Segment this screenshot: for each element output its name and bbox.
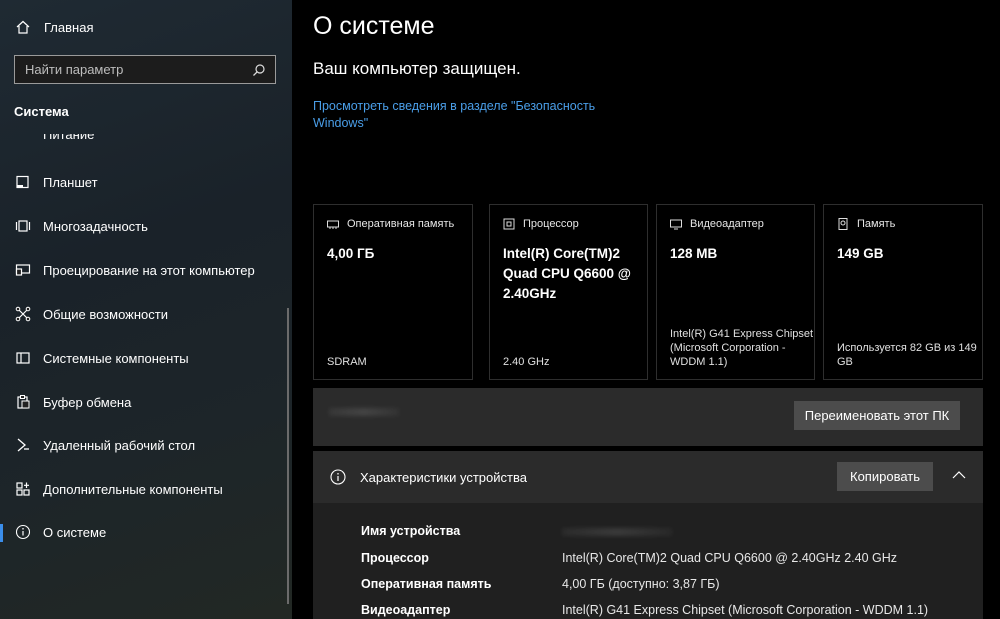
card-foot: 2.40 GHz [503,356,550,368]
card-foot: Используется 82 GB из 149 GB [837,342,977,368]
sidebar-item-tablet[interactable]: Планшет [0,162,292,202]
spec-row: Процессор Intel(R) Core(TM)2 Quad CPU Q6… [361,551,971,571]
sidebar-item-power-clipped[interactable]: Питание [43,134,94,144]
sidebar-item-label: Удаленный рабочий стол [43,437,196,453]
processor-icon [503,218,515,230]
shared-experiences-icon [14,305,32,323]
processor-card: Процессор Intel(R) Core(TM)2 Quad CPU Q6… [489,204,648,380]
section-title: Система [14,104,69,119]
clipboard-icon [14,393,32,411]
sidebar-item-projecting[interactable]: Проецирование на этот компьютер [0,250,292,290]
home-label: Главная [44,19,94,35]
optional-features-icon [14,480,32,498]
card-value: 128 MB [670,246,718,261]
sidebar-item-about[interactable]: О системе [0,512,292,552]
sidebar-item-system-components[interactable]: Системные компоненты [0,338,292,378]
sidebar-item-label: Буфер обмена [43,394,132,410]
card-value: Intel(R) Core(TM)2 Quad CPU Q6600 @ 2.40… [503,246,631,301]
memory-icon [327,218,339,230]
sidebar: Главная Найти параметр Система Питание П… [0,0,292,619]
card-label: Оперативная память [347,218,455,230]
system-components-icon [14,349,32,367]
sidebar-item-label: О системе [43,524,107,540]
sidebar-item-label: Дополнительные компоненты [43,481,223,497]
device-specs-header[interactable]: Характеристики устройства Копировать [313,451,983,503]
sidebar-item-label: Системные компоненты [43,350,189,366]
protection-status: Ваш компьютер защищен. [313,59,521,78]
card-foot: Intel(R) G41 Express Chipset (Microsoft … [670,328,814,368]
security-link[interactable]: Просмотреть сведения в разделе "Безопасн… [313,98,613,132]
card-label: Процессор [523,218,579,230]
spec-key: Процессор [361,551,429,565]
search-placeholder: Найти параметр [25,62,124,77]
search-input[interactable]: Найти параметр [14,55,276,84]
home-icon [14,18,32,36]
blurred-device-name-value [562,528,672,536]
sidebar-item-optional-features[interactable]: Дополнительные компоненты [0,469,292,509]
card-value: 4,00 ГБ [327,246,375,261]
sidebar-item-label: Проецирование на этот компьютер [43,262,255,278]
display-adapter-card: Видеоадаптер 128 MB Intel(R) G41 Express… [656,204,815,380]
search-icon[interactable] [251,62,267,78]
storage-icon [837,218,849,230]
sidebar-item-shared-experiences[interactable]: Общие возможности [0,294,292,334]
ram-card: Оперативная память 4,00 ГБ SDRAM [313,204,473,380]
storage-card: Память 149 GB Используется 82 GB из 149 … [823,204,983,380]
sidebar-item-remote-desktop[interactable]: Удаленный рабочий стол [0,425,292,465]
sidebar-scrollbar[interactable] [287,308,289,604]
main-content: О системе Ваш компьютер защищен. Просмот… [292,0,1000,619]
info-circle-icon [329,468,346,485]
spec-value: Intel(R) G41 Express Chipset (Microsoft … [562,603,929,617]
sidebar-item-label: Многозадачность [43,218,148,234]
blurred-device-name [329,408,399,416]
info-icon [14,523,32,541]
spec-value: 4,00 ГБ (доступно: 3,87 ГБ) [562,577,720,591]
sidebar-item-label: Планшет [43,174,98,190]
multitasking-icon [14,217,32,235]
chevron-up-icon[interactable] [949,467,969,483]
rename-pc-bar: Переименовать этот ПК [313,388,983,446]
card-foot: SDRAM [327,356,367,368]
spec-key: Оперативная память [361,577,492,591]
page-title: О системе [313,12,435,40]
rename-pc-button[interactable]: Переименовать этот ПК [794,401,960,430]
spec-row: Видеоадаптер Intel(R) G41 Express Chipse… [361,603,971,619]
sidebar-item-clipboard[interactable]: Буфер обмена [0,382,292,422]
tablet-icon [14,173,32,191]
device-specs-panel: Характеристики устройства Копировать Имя… [313,451,983,619]
remote-desktop-icon [14,436,32,454]
spec-row: Оперативная память 4,00 ГБ (доступно: 3,… [361,577,971,597]
copy-button[interactable]: Копировать [837,462,933,491]
spec-key: Видеоадаптер [361,603,451,617]
spec-key: Имя устройства [361,524,461,538]
device-specs-title: Характеристики устройства [360,470,527,485]
spec-row: Имя устройства [361,524,971,544]
home-nav-item[interactable]: Главная [14,16,93,38]
card-label: Видеоадаптер [690,218,764,230]
display-adapter-icon [670,218,682,230]
projecting-icon [14,261,32,279]
card-value: 149 GB [837,246,884,261]
sidebar-item-label: Общие возможности [43,306,169,322]
spec-value: Intel(R) Core(TM)2 Quad CPU Q6600 @ 2.40… [562,551,898,565]
sidebar-item-multitasking[interactable]: Многозадачность [0,206,292,246]
card-label: Память [857,218,896,230]
device-specs-body: Имя устройства Процессор Intel(R) Core(T… [313,503,983,619]
